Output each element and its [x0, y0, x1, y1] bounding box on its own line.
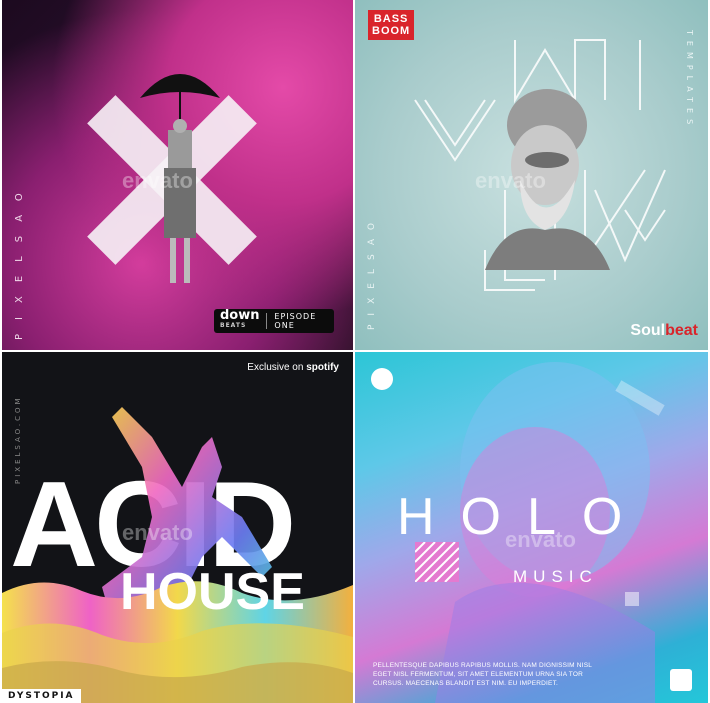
- dystopia-tag: DYSTOPIA: [2, 689, 81, 703]
- cover-soulbeat[interactable]: BASS BOOM PIXELSAO TEMPLATES envato Soul…: [355, 0, 708, 350]
- brand-logo-icon: [371, 368, 393, 390]
- album-cover-grid: PIXELSAO envato down BEATS EPISODE ONE B…: [0, 0, 710, 703]
- bass-boom-logo: BASS BOOM: [368, 10, 415, 40]
- cover-holo-music[interactable]: HOLO MUSIC envato PELLENTESQUE DAPIBUS R…: [355, 352, 708, 703]
- envato-watermark: envato: [475, 168, 546, 193]
- vertical-left-text: PIXELSAO: [367, 214, 377, 330]
- striped-square-decoration: [415, 542, 459, 582]
- envato-watermark: envato: [122, 168, 193, 193]
- soulbeat-logo: Soulbeat: [630, 322, 698, 340]
- badge-brand: down BEATS: [214, 309, 266, 331]
- bass-boom-line1: BASS: [373, 13, 409, 25]
- episode-badge: down BEATS EPISODE ONE: [214, 309, 334, 333]
- cover-acid-house[interactable]: Exclusive on spotify PIXELSAO.COM ACID: [2, 352, 353, 703]
- exclusive-brand: spotify: [306, 362, 339, 373]
- body-text: PELLENTESQUE DAPIBUS RAPIBUS MOLLIS. NAM…: [373, 662, 592, 687]
- envato-watermark: envato: [505, 527, 576, 552]
- vertical-right-text: TEMPLATES: [685, 30, 694, 131]
- square-decoration: [625, 592, 639, 606]
- corner-logo-icon: [670, 669, 692, 691]
- soulbeat-white: Soul: [630, 322, 666, 339]
- exclusive-prefix: Exclusive on: [247, 362, 304, 373]
- cover-downbeats[interactable]: PIXELSAO envato down BEATS EPISODE ONE: [2, 0, 353, 350]
- house-title: HOUSE: [120, 563, 305, 621]
- exclusive-label: Exclusive on spotify: [247, 362, 339, 373]
- badge-episode-text: EPISODE ONE: [274, 312, 317, 330]
- envato-watermark: envato: [122, 520, 193, 545]
- bass-boom-line2: BOOM: [372, 25, 411, 37]
- music-subtitle: MUSIC: [513, 567, 598, 586]
- soulbeat-red: beat: [665, 322, 698, 339]
- vertical-brand-text: PIXELSAO: [14, 179, 25, 340]
